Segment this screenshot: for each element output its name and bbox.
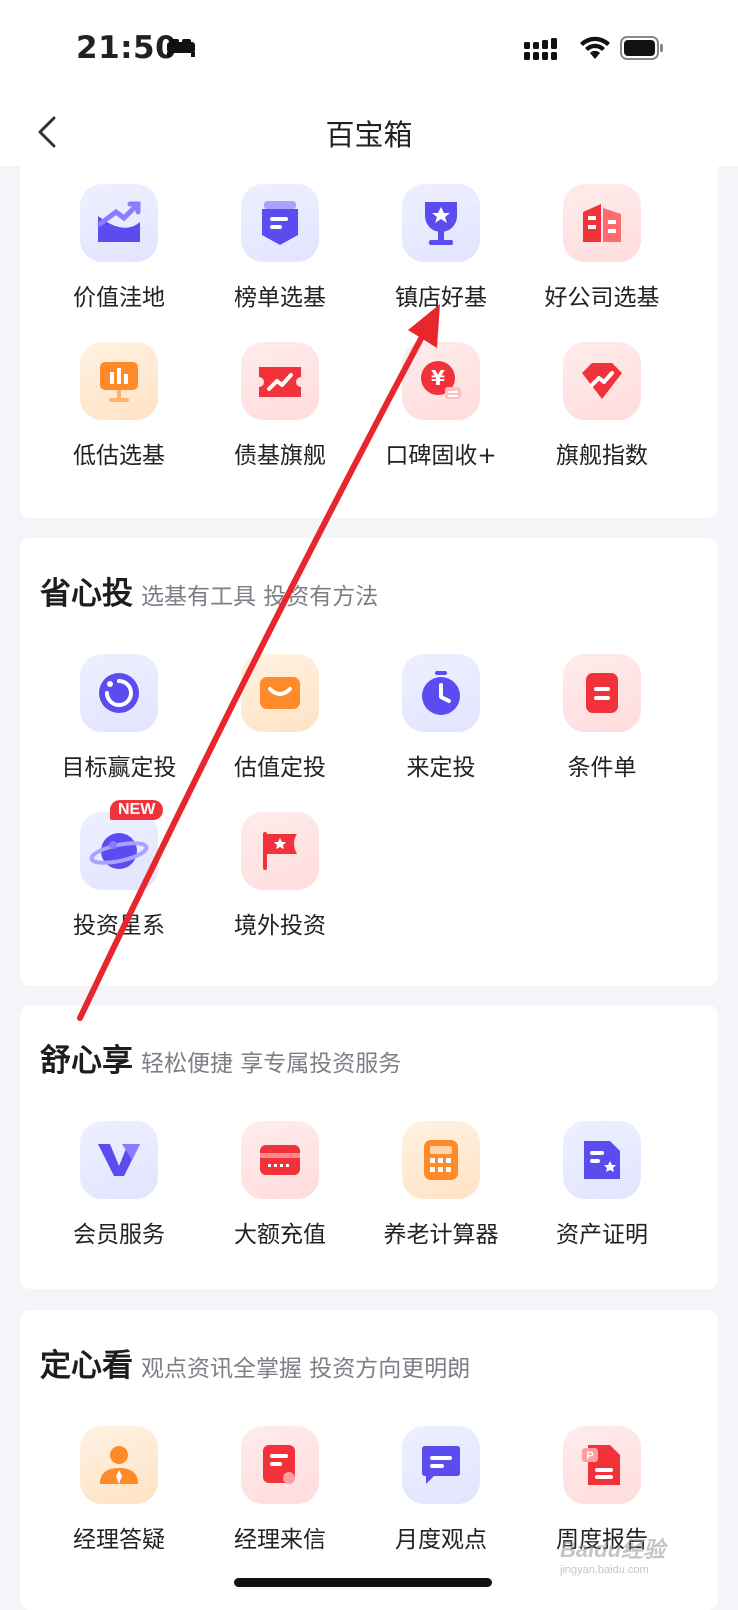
new-badge: NEW bbox=[110, 800, 164, 820]
document-icon bbox=[563, 654, 641, 732]
tool-label: 来定投 bbox=[406, 755, 476, 781]
status-bar: 21:50 bbox=[0, 0, 738, 100]
battery-icon bbox=[620, 36, 663, 60]
section-title: 舒心享 bbox=[40, 1043, 133, 1079]
tool-label: 月度观点 bbox=[395, 1527, 487, 1553]
tool-item[interactable]: 资产证明 bbox=[522, 1121, 682, 1249]
status-time: 21:50 bbox=[76, 30, 178, 66]
tool-label: 养老计算器 bbox=[383, 1222, 499, 1248]
tool-label: 口碑固收+ bbox=[385, 443, 497, 469]
section-title: 省心投 bbox=[40, 576, 133, 612]
letter-icon bbox=[241, 1426, 319, 1504]
section-header: 省心投 选基有工具 投资有方法 bbox=[40, 568, 378, 613]
tool-label: 境外投资 bbox=[234, 913, 326, 939]
bed-icon bbox=[167, 39, 195, 57]
tool-item[interactable]: 好公司选基 bbox=[522, 184, 682, 312]
tool-item[interactable]: 估值定投 bbox=[200, 654, 360, 782]
section-subtitle: 选基有工具 投资有方法 bbox=[141, 584, 379, 610]
tool-label: 目标赢定投 bbox=[61, 755, 177, 781]
presentation-chart-icon bbox=[80, 342, 158, 420]
tool-item[interactable]: 债基旗舰 bbox=[200, 342, 360, 470]
tool-label: 经理来信 bbox=[234, 1527, 326, 1553]
tool-label: 资产证明 bbox=[556, 1222, 648, 1248]
card-icon bbox=[241, 1121, 319, 1199]
tool-label: 低估选基 bbox=[73, 443, 165, 469]
page-title: 百宝箱 bbox=[325, 118, 413, 152]
watermark-text: Baidu经验 bbox=[560, 1537, 666, 1562]
section-header: 舒心享 轻松便捷 享专属投资服务 bbox=[40, 1035, 401, 1080]
chat-bubble-icon bbox=[402, 1426, 480, 1504]
tool-item[interactable]: 会员服务 bbox=[39, 1121, 199, 1249]
vip-v-icon bbox=[80, 1121, 158, 1199]
trend-chart-icon bbox=[80, 184, 158, 262]
watermark: Baidu经验 jingyan.baidu.com bbox=[560, 1532, 665, 1576]
tool-label: 镇店好基 bbox=[395, 285, 487, 311]
ranking-list-icon bbox=[241, 184, 319, 262]
diamond-icon bbox=[563, 342, 641, 420]
flag-icon bbox=[241, 812, 319, 890]
wifi-icon bbox=[580, 36, 610, 59]
tool-label: 价值洼地 bbox=[73, 285, 165, 311]
target-circle-icon bbox=[80, 654, 158, 732]
tool-item[interactable]: 大额充值 bbox=[200, 1121, 360, 1249]
planet-icon: NEW bbox=[80, 800, 164, 890]
ticket-icon bbox=[241, 342, 319, 420]
tool-label: 估值定投 bbox=[234, 755, 326, 781]
tool-item[interactable]: ¥ 口碑固收+ bbox=[361, 342, 521, 470]
tool-label: 大额充值 bbox=[234, 1222, 326, 1248]
svg-text:P: P bbox=[586, 1450, 593, 1462]
wallet-icon bbox=[241, 654, 319, 732]
building-icon bbox=[563, 184, 641, 262]
section-card-featured: 价值洼地 榜单选基 镇店好基 好公司选基 低估选基 债基旗舰 ¥ 口碑固收+ 旗… bbox=[20, 166, 718, 518]
tool-item[interactable]: 条件单 bbox=[522, 654, 682, 782]
stopwatch-icon bbox=[402, 654, 480, 732]
tool-item[interactable]: 月度观点 bbox=[361, 1426, 521, 1554]
cellular-signal-icon bbox=[524, 38, 557, 60]
section-subtitle: 轻松便捷 享专属投资服务 bbox=[141, 1051, 402, 1077]
tool-label: 条件单 bbox=[567, 755, 637, 781]
tool-item[interactable]: 经理来信 bbox=[200, 1426, 360, 1554]
tool-item[interactable]: 养老计算器 bbox=[361, 1121, 521, 1249]
tool-item[interactable]: 价值洼地 bbox=[39, 184, 199, 312]
home-indicator[interactable] bbox=[234, 1578, 492, 1587]
svg-text:¥: ¥ bbox=[431, 366, 445, 390]
ppt-report-icon: P bbox=[563, 1426, 641, 1504]
section-title: 定心看 bbox=[40, 1348, 133, 1384]
tool-label: 旗舰指数 bbox=[556, 443, 648, 469]
section-card-comfort-service: 舒心享 轻松便捷 享专属投资服务 会员服务 大额充值 养老计算器 资产证明 bbox=[20, 1005, 718, 1289]
tool-item[interactable]: 目标赢定投 bbox=[39, 654, 199, 782]
tool-item[interactable]: NEW 投资星系 bbox=[39, 800, 199, 940]
tool-item[interactable]: 榜单选基 bbox=[200, 184, 360, 312]
tool-item[interactable]: 经理答疑 bbox=[39, 1426, 199, 1554]
tool-label: 投资星系 bbox=[73, 913, 165, 939]
nav-bar: 百宝箱 bbox=[0, 100, 738, 166]
tool-item[interactable]: 来定投 bbox=[361, 654, 521, 782]
tool-label: 榜单选基 bbox=[234, 285, 326, 311]
section-card-worry-free-invest: 省心投 选基有工具 投资有方法 目标赢定投 估值定投 来定投 条件单 NEW 投… bbox=[20, 538, 718, 986]
watermark-sub: jingyan.baidu.com bbox=[560, 1564, 649, 1576]
tool-label: 经理答疑 bbox=[73, 1527, 165, 1553]
tool-item[interactable]: 镇店好基 bbox=[361, 184, 521, 312]
section-header: 定心看 观点资讯全掌握 投资方向更明朗 bbox=[40, 1340, 470, 1385]
yuan-coin-icon: ¥ bbox=[402, 342, 480, 420]
tool-label: 债基旗舰 bbox=[234, 443, 326, 469]
trophy-icon bbox=[402, 184, 480, 262]
calculator-icon bbox=[402, 1121, 480, 1199]
tool-item[interactable]: 境外投资 bbox=[200, 812, 360, 940]
tool-item[interactable]: 旗舰指数 bbox=[522, 342, 682, 470]
tool-label: 好公司选基 bbox=[544, 285, 660, 311]
certificate-icon bbox=[563, 1121, 641, 1199]
tool-label: 会员服务 bbox=[73, 1222, 165, 1248]
manager-icon bbox=[80, 1426, 158, 1504]
tool-item[interactable]: 低估选基 bbox=[39, 342, 199, 470]
section-subtitle: 观点资讯全掌握 投资方向更明朗 bbox=[141, 1356, 471, 1382]
